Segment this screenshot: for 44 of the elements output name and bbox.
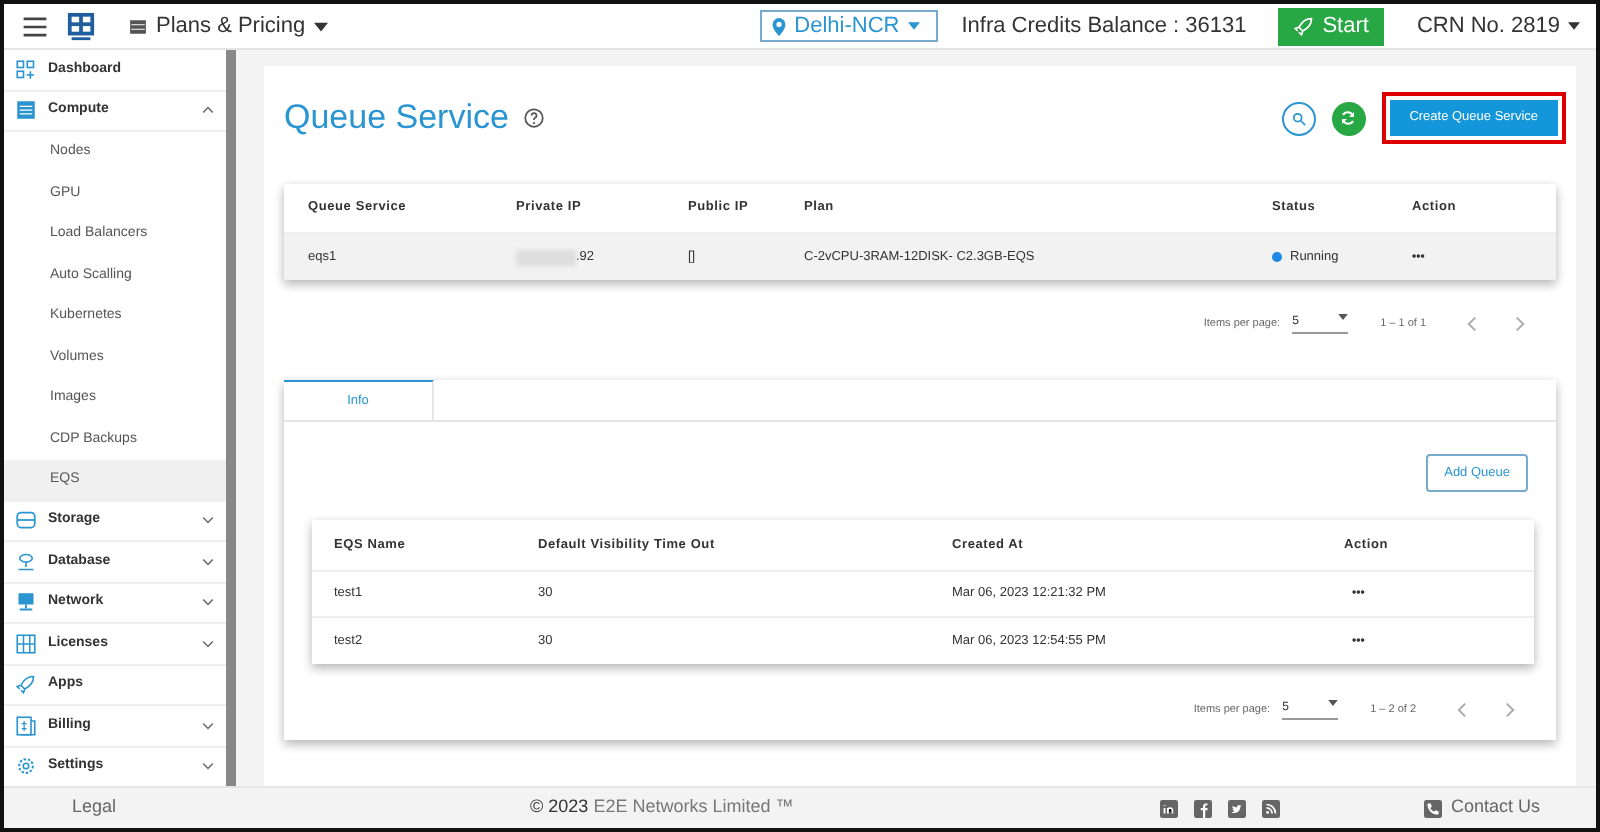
receipt-icon: [16, 715, 36, 736]
grid-icon: [16, 633, 36, 654]
chevron-down-icon: [202, 762, 214, 771]
database-icon: [16, 551, 36, 572]
monitor-icon: [16, 592, 36, 613]
page-title: Queue Service: [284, 96, 509, 141]
caret-icon: [1328, 700, 1339, 706]
linkedin-icon[interactable]: [1160, 799, 1179, 817]
settings-icon: [16, 756, 36, 777]
credits-balance: Infra Credits Balance : 36131: [961, 11, 1247, 42]
caret-icon: [1568, 22, 1580, 30]
chevron-down-icon: [202, 557, 214, 566]
chevron-down-icon: [202, 516, 214, 525]
caret-icon: [907, 22, 920, 30]
twitter-icon[interactable]: [1228, 799, 1247, 817]
help-icon[interactable]: [524, 108, 545, 128]
dashboard-icon: [16, 59, 36, 80]
refresh-button[interactable]: [1331, 101, 1366, 135]
chevron-down-icon: [202, 721, 214, 730]
caret-icon: [313, 21, 328, 31]
phone-icon: [1424, 799, 1443, 817]
copyright-text: © 2023 E2E Networks Limited ™: [530, 794, 794, 821]
plans-menu[interactable]: Plans & Pricing: [128, 9, 328, 43]
location-pin-icon: [772, 17, 787, 35]
chevron-down-icon: [202, 639, 214, 648]
table-icon: [128, 17, 148, 35]
logo-icon[interactable]: [66, 9, 96, 43]
contact-us-link[interactable]: Contact Us: [1424, 794, 1540, 822]
caret-icon: [1338, 314, 1349, 320]
rocket-icon: [16, 674, 36, 695]
account-menu[interactable]: CRN No. 2819: [1416, 9, 1580, 43]
server-icon: [16, 100, 36, 121]
menu-icon[interactable]: [20, 13, 50, 39]
refresh-icon: [1340, 110, 1357, 126]
search-icon: [1291, 111, 1306, 125]
facebook-icon[interactable]: [1194, 799, 1213, 817]
search-button[interactable]: [1281, 101, 1316, 135]
chevron-down-icon: [202, 598, 214, 607]
legal-link[interactable]: Legal: [72, 794, 117, 822]
chevron-up-icon: [202, 106, 214, 115]
storage-icon: [16, 510, 36, 531]
status-dot: [1272, 252, 1282, 262]
rss-icon[interactable]: [1262, 799, 1281, 817]
rocket-icon: [1294, 16, 1315, 36]
